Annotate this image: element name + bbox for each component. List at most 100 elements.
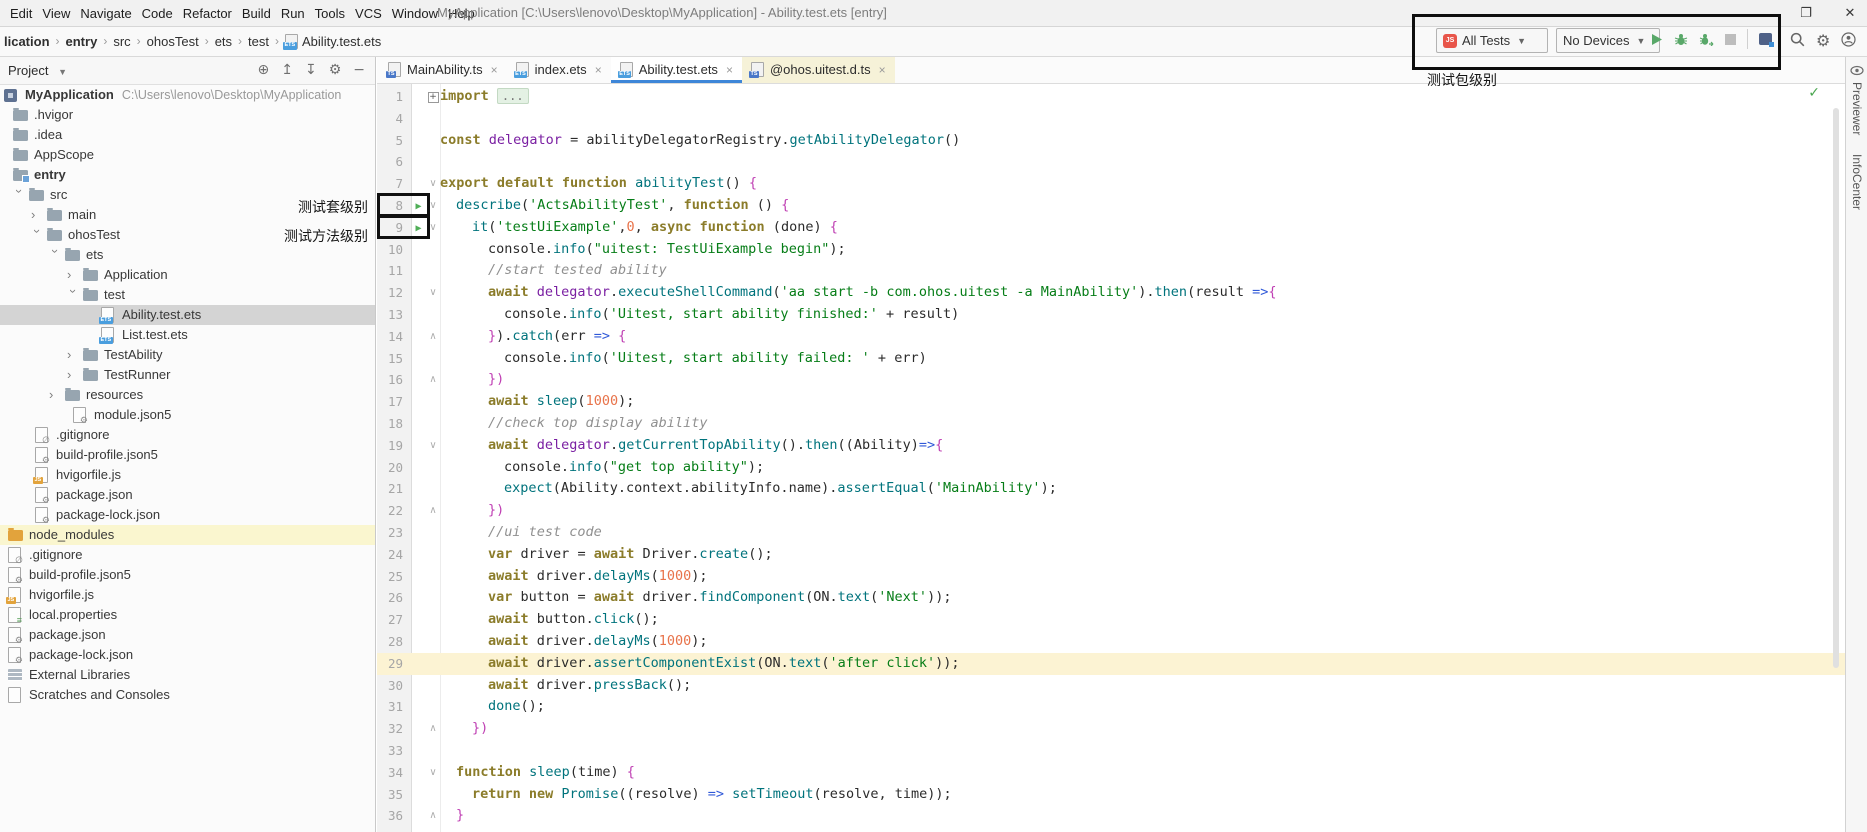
breadcrumb-item-test[interactable]: test bbox=[248, 34, 269, 49]
close-icon[interactable]: × bbox=[726, 63, 733, 77]
code-line-1[interactable]: 1+import ... bbox=[377, 86, 1845, 108]
tree-item-package-lock-json[interactable]: ⚙package-lock.json bbox=[0, 505, 375, 525]
fold-open-icon[interactable]: ∨ bbox=[426, 282, 440, 304]
code-line-29[interactable]: 29await driver.assertComponentExist(ON.t… bbox=[377, 653, 1845, 675]
tree-item-ets[interactable]: ›ets bbox=[0, 245, 375, 265]
profile-icon[interactable] bbox=[1841, 32, 1856, 50]
code-line-30[interactable]: 30await driver.pressBack(); bbox=[377, 675, 1845, 697]
chevron-expanded-icon[interactable]: › bbox=[45, 249, 65, 261]
breadcrumb-item-lication[interactable]: lication bbox=[4, 34, 50, 49]
restore-button[interactable]: ❐ bbox=[1797, 5, 1815, 21]
tree-item-testrunner[interactable]: ›TestRunner bbox=[0, 365, 375, 385]
code-line-26[interactable]: 26var button = await driver.findComponen… bbox=[377, 587, 1845, 609]
chevron-collapsed-icon[interactable]: › bbox=[67, 345, 79, 365]
code-line-9[interactable]: 9▶∨it('testUiExample',0, async function … bbox=[377, 217, 1845, 239]
close-icon[interactable]: × bbox=[491, 63, 498, 77]
tree-item-build-profile-json5[interactable]: ⚙build-profile.json5 bbox=[0, 445, 375, 465]
project-view-selector[interactable]: Project ▼ bbox=[0, 63, 67, 78]
chevron-collapsed-icon[interactable]: › bbox=[31, 205, 43, 225]
menu-build[interactable]: Build bbox=[237, 6, 276, 21]
code-line-4[interactable]: 4 bbox=[377, 108, 1845, 130]
code-line-21[interactable]: 21expect(Ability.context.abilityInfo.nam… bbox=[377, 478, 1845, 500]
tab-ability-test-ets[interactable]: ETSAbility.test.ets× bbox=[611, 56, 742, 83]
fold-close-icon[interactable]: ∧ bbox=[426, 805, 440, 827]
code-line-28[interactable]: 28await driver.delayMs(1000); bbox=[377, 631, 1845, 653]
breadcrumb-item-src[interactable]: src bbox=[113, 34, 130, 49]
tree-item-test[interactable]: ›test bbox=[0, 285, 375, 305]
code-line-18[interactable]: 18//check top display ability bbox=[377, 413, 1845, 435]
code-line-8[interactable]: 8▶∨describe('ActsAbilityTest', function … bbox=[377, 195, 1845, 217]
code-line-32[interactable]: 32∧}) bbox=[377, 718, 1845, 740]
tree-item-appscope[interactable]: AppScope bbox=[0, 145, 375, 165]
tree-item-resources[interactable]: ›resources bbox=[0, 385, 375, 405]
menu-navigate[interactable]: Navigate bbox=[75, 6, 136, 21]
close-button[interactable]: ✕ bbox=[1841, 5, 1859, 21]
fold-close-icon[interactable]: ∧ bbox=[426, 326, 440, 348]
code-editor[interactable]: 1+import ...45const delegator = abilityD… bbox=[377, 84, 1845, 832]
chevron-collapsed-icon[interactable]: › bbox=[67, 365, 79, 385]
code-line-10[interactable]: 10console.info("uitest: TestUiExample be… bbox=[377, 239, 1845, 261]
settings-icon[interactable]: ⚙ bbox=[1816, 33, 1830, 49]
tree-item-package-lock-json[interactable]: ⚙package-lock.json bbox=[0, 645, 375, 665]
code-line-16[interactable]: 16∧}) bbox=[377, 369, 1845, 391]
expand-all-icon[interactable]: ↧ bbox=[305, 63, 317, 77]
code-line-20[interactable]: 20console.info("get top ability"); bbox=[377, 457, 1845, 479]
code-line-13[interactable]: 13console.info('Uitest, start ability fi… bbox=[377, 304, 1845, 326]
collapse-all-icon[interactable]: ↥ bbox=[281, 63, 293, 77]
search-everywhere-icon[interactable] bbox=[1790, 32, 1805, 50]
tree-item-package-json[interactable]: ⚙package.json bbox=[0, 485, 375, 505]
code-line-17[interactable]: 17await sleep(1000); bbox=[377, 391, 1845, 413]
eye-icon[interactable] bbox=[1850, 64, 1864, 79]
tree-item-package-json[interactable]: ⚙package.json bbox=[0, 625, 375, 645]
tree-item-application[interactable]: ›Application bbox=[0, 265, 375, 285]
tab-index-ets[interactable]: ETSindex.ets× bbox=[507, 56, 611, 83]
close-icon[interactable]: × bbox=[595, 63, 602, 77]
breadcrumb-item-ets[interactable]: ets bbox=[215, 34, 232, 49]
menu-tools[interactable]: Tools bbox=[310, 6, 350, 21]
tree-item-ability-test-ets[interactable]: ETSAbility.test.ets bbox=[0, 305, 375, 325]
tree-item-scratches-and-consoles[interactable]: Scratches and Consoles bbox=[0, 685, 375, 705]
tree-item-testability[interactable]: ›TestAbility bbox=[0, 345, 375, 365]
inspections-ok-icon[interactable]: ✓ bbox=[1808, 85, 1820, 101]
tree-item-hvigorfile-js[interactable]: JShvigorfile.js bbox=[0, 465, 375, 485]
tree-item-myapplication[interactable]: MyApplicationC:\Users\lenovo\Desktop\MyA… bbox=[0, 85, 375, 105]
code-line-23[interactable]: 23//ui test code bbox=[377, 522, 1845, 544]
code-line-5[interactable]: 5const delegator = abilityDelegatorRegis… bbox=[377, 130, 1845, 152]
code-line-7[interactable]: 7∨export default function abilityTest() … bbox=[377, 173, 1845, 195]
settings-icon[interactable]: ⚙ bbox=[329, 63, 342, 77]
code-line-36[interactable]: 36∧} bbox=[377, 805, 1845, 827]
editor-scrollbar[interactable] bbox=[1833, 108, 1839, 668]
code-line-33[interactable]: 33 bbox=[377, 740, 1845, 762]
chevron-collapsed-icon[interactable]: › bbox=[49, 385, 61, 405]
code-line-12[interactable]: 12∨await delegator.executeShellCommand('… bbox=[377, 282, 1845, 304]
tree-item-node-modules[interactable]: node_modules bbox=[0, 525, 375, 545]
tree-item-entry[interactable]: entry bbox=[0, 165, 375, 185]
code-line-15[interactable]: 15console.info('Uitest, start ability fa… bbox=[377, 348, 1845, 370]
code-line-27[interactable]: 27await button.click(); bbox=[377, 609, 1845, 631]
tree-item-gitignore[interactable]: ∅.gitignore bbox=[0, 545, 375, 565]
tool-window-previewer[interactable]: Previewer bbox=[1850, 82, 1864, 135]
locate-icon[interactable]: ⊕ bbox=[258, 63, 270, 77]
menu-refactor[interactable]: Refactor bbox=[178, 6, 237, 21]
chevron-expanded-icon[interactable]: › bbox=[27, 229, 47, 241]
code-line-35[interactable]: 35return new Promise((resolve) => setTim… bbox=[377, 784, 1845, 806]
tree-item-module-json5[interactable]: ⚙module.json5 bbox=[0, 405, 375, 425]
menu-window[interactable]: Window bbox=[387, 6, 443, 21]
code-line-19[interactable]: 19∨await delegator.getCurrentTopAbility(… bbox=[377, 435, 1845, 457]
code-line-22[interactable]: 22∧}) bbox=[377, 500, 1845, 522]
tool-window-infocenter[interactable]: InfoCenter bbox=[1850, 154, 1864, 210]
chevron-expanded-icon[interactable]: › bbox=[9, 189, 29, 201]
hide-icon[interactable]: − bbox=[353, 63, 365, 77]
fold-open-icon[interactable]: ∨ bbox=[426, 762, 440, 784]
fold-plus-icon[interactable]: + bbox=[426, 86, 440, 108]
fold-close-icon[interactable]: ∧ bbox=[426, 369, 440, 391]
tab-mainability-ts[interactable]: TSMainAbility.ts× bbox=[379, 56, 507, 83]
menu-vcs[interactable]: VCS bbox=[350, 6, 387, 21]
code-line-11[interactable]: 11//start tested ability bbox=[377, 260, 1845, 282]
code-line-24[interactable]: 24var driver = await Driver.create(); bbox=[377, 544, 1845, 566]
tree-item-external-libraries[interactable]: External Libraries bbox=[0, 665, 375, 685]
menu-edit[interactable]: Edit bbox=[5, 6, 37, 21]
menu-run[interactable]: Run bbox=[276, 6, 310, 21]
close-icon[interactable]: × bbox=[879, 63, 886, 77]
fold-close-icon[interactable]: ∧ bbox=[426, 500, 440, 522]
